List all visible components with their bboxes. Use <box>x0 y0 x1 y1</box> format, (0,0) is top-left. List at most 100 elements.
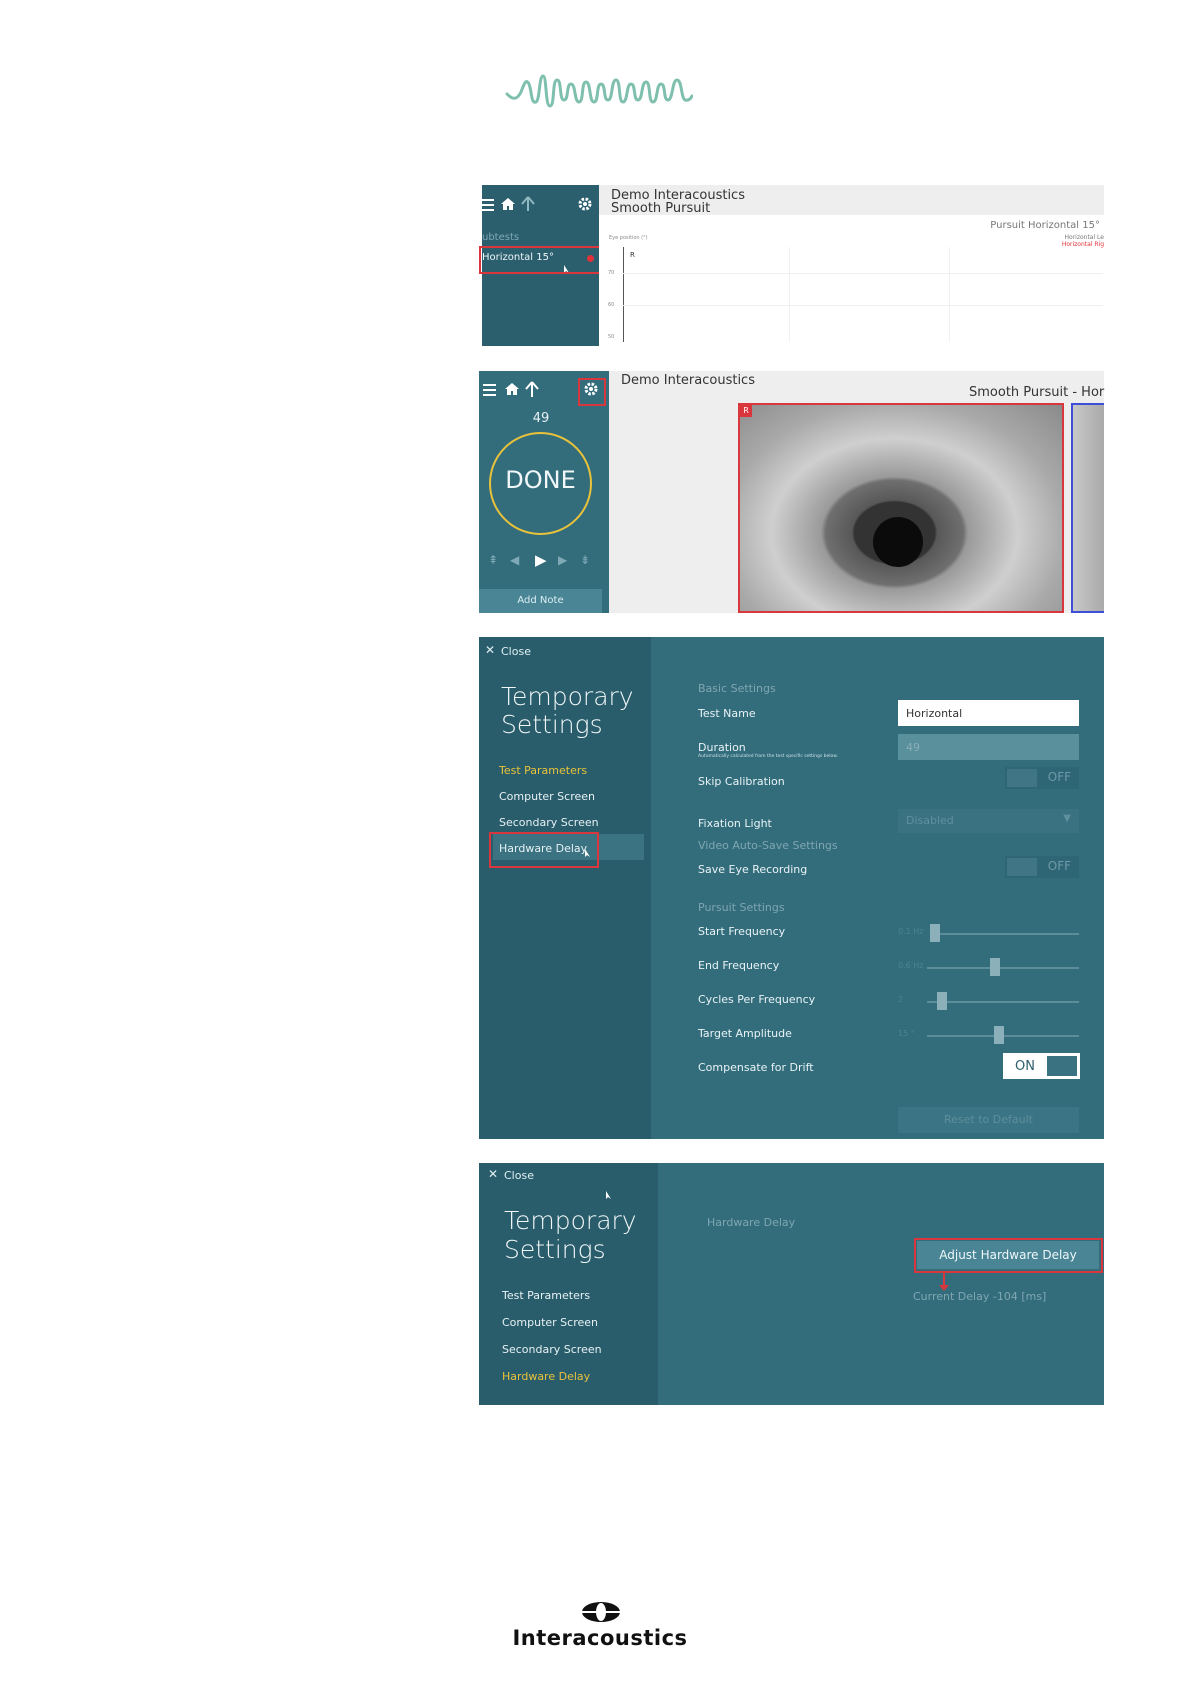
gridline <box>949 247 950 342</box>
highlight-box <box>914 1238 1103 1273</box>
pursuit-settings-header: Pursuit Settings <box>698 901 785 914</box>
gridline <box>623 305 1103 306</box>
cursor-icon <box>585 849 590 857</box>
step-forward-icon[interactable]: ▶ <box>558 553 567 567</box>
test-name-input[interactable]: Horizontal <box>898 700 1079 726</box>
y-axis <box>623 247 624 342</box>
nav-test-parameters[interactable]: Test Parameters <box>499 764 587 777</box>
test-name-label: Test Name <box>698 707 756 720</box>
tick-label: 60 <box>608 302 615 308</box>
status-text: DONE <box>505 466 576 494</box>
duration-field: 49 <box>898 734 1079 760</box>
subtests-label: ubtests <box>482 232 520 243</box>
close-label[interactable]: Close <box>504 1169 534 1182</box>
close-label[interactable]: Close <box>501 645 531 658</box>
panel-subtests-screenshot: ubtests Horizontal 15° Demo Interacousti… <box>479 185 1104 346</box>
wave-logo-icon <box>505 74 693 108</box>
up-arrow-icon[interactable] <box>521 196 535 212</box>
r-marker: R <box>630 251 635 259</box>
skip-start-icon[interactable]: ⇞ <box>488 553 498 567</box>
gear-icon[interactable] <box>577 196 593 212</box>
end-frequency-label: End Frequency <box>698 959 780 972</box>
cycles-slider[interactable] <box>937 992 947 1010</box>
cycles-label: Cycles Per Frequency <box>698 993 816 1006</box>
axis-caption: Eye position (°) <box>609 235 648 241</box>
highlight-box <box>479 246 603 274</box>
nav-computer-screen[interactable]: Computer Screen <box>499 790 595 803</box>
panel-temporary-settings: ✕ Close Temporary Settings Test Paramete… <box>479 637 1104 1139</box>
gridline <box>623 273 1103 274</box>
right-eye-video: R <box>738 403 1064 613</box>
target-amplitude-value: 15 ° <box>898 1029 915 1038</box>
heading-line1: Temporary <box>501 682 634 711</box>
panel-recording-screenshot: 49 DONE ⇞ ◀ ▶ ▶ ⇟ Add Note Demo Interaco… <box>479 371 1104 613</box>
home-icon[interactable] <box>504 382 520 396</box>
chart-area: Demo Interacoustics Smooth Pursuit Pursu… <box>599 185 1104 346</box>
add-note-button[interactable]: Add Note <box>479 589 602 613</box>
chevron-down-icon: ▼ <box>1063 813 1071 824</box>
compensate-toggle[interactable]: ON <box>1003 1053 1080 1079</box>
left-eye-video <box>1071 403 1104 613</box>
end-frequency-value: 0.6 Hz <box>898 961 924 970</box>
step-back-icon[interactable]: ◀ <box>510 553 519 567</box>
heading-line2: Settings <box>501 710 603 739</box>
recording-sidebar: 49 DONE ⇞ ◀ ▶ ▶ ⇟ Add Note <box>479 371 609 613</box>
cursor-icon <box>606 1191 611 1199</box>
save-eye-recording-label: Save Eye Recording <box>698 863 808 876</box>
skip-calibration-toggle[interactable]: OFF <box>1005 767 1079 789</box>
settings-sidebar: ✕ Close Temporary Settings Test Paramete… <box>479 1163 658 1405</box>
menu-icon[interactable] <box>482 199 494 211</box>
close-icon[interactable]: ✕ <box>488 1167 498 1181</box>
menu-icon[interactable] <box>483 384 496 397</box>
highlight-box <box>489 832 599 868</box>
cycles-value: 2 <box>898 995 904 1004</box>
fixation-light-select[interactable]: Disabled ▼ <box>898 809 1079 833</box>
compensate-label: Compensate for Drift <box>698 1061 814 1074</box>
nav-secondary-screen[interactable]: Secondary Screen <box>502 1343 602 1356</box>
toggle-knob <box>1047 1056 1077 1076</box>
end-frequency-track <box>927 967 1079 969</box>
start-frequency-track <box>930 933 1079 935</box>
video-settings-header: Video Auto-Save Settings <box>698 839 838 852</box>
pupil <box>873 517 923 567</box>
target-amplitude-slider[interactable] <box>994 1026 1004 1044</box>
target-amplitude-label: Target Amplitude <box>698 1027 792 1040</box>
fixation-light-label: Fixation Light <box>698 817 772 830</box>
select-value: Disabled <box>906 814 954 827</box>
start-frequency-label: Start Frequency <box>698 925 786 938</box>
video-subtitle: Smooth Pursuit - Hor <box>969 385 1105 400</box>
panel-hardware-delay: ✕ Close Temporary Settings Test Paramete… <box>479 1163 1104 1405</box>
start-frequency-slider[interactable] <box>930 924 940 942</box>
up-arrow-icon[interactable] <box>525 381 539 398</box>
heading-line1: Temporary <box>504 1206 637 1235</box>
heading-line2: Settings <box>504 1235 606 1264</box>
cycles-track <box>927 1001 1079 1003</box>
toggle-state: OFF <box>1047 859 1071 873</box>
close-icon[interactable]: ✕ <box>485 643 495 657</box>
start-frequency-value: 0.1 Hz <box>898 927 924 936</box>
nav-secondary-screen[interactable]: Secondary Screen <box>499 816 599 829</box>
chart-title: Pursuit Horizontal 15° <box>990 220 1100 231</box>
toggle-state: OFF <box>1047 770 1071 784</box>
progress-count: 49 <box>532 411 550 426</box>
settings-sidebar: ✕ Close Temporary Settings Test Paramete… <box>479 637 651 1139</box>
highlight-box <box>578 378 606 406</box>
nav-computer-screen[interactable]: Computer Screen <box>502 1316 598 1329</box>
reset-to-default-button[interactable]: Reset to Default <box>898 1107 1079 1133</box>
brand-name: Interacoustics <box>512 1626 688 1650</box>
tick-label: 70 <box>608 270 615 276</box>
skip-end-icon[interactable]: ⇟ <box>580 553 590 567</box>
toggle-state: ON <box>1015 1059 1035 1074</box>
save-eye-recording-toggle[interactable]: OFF <box>1005 856 1079 878</box>
eye-marker: R <box>740 405 752 417</box>
nav-test-parameters[interactable]: Test Parameters <box>502 1289 590 1302</box>
home-icon[interactable] <box>500 197 516 211</box>
toggle-knob <box>1007 858 1037 876</box>
end-frequency-slider[interactable] <box>990 958 1000 976</box>
gridline <box>789 247 790 342</box>
play-icon[interactable]: ▶ <box>535 551 547 569</box>
basic-settings-header: Basic Settings <box>698 682 776 695</box>
current-delay-text: Current Delay -104 [ms] <box>913 1290 1047 1303</box>
legend-right: Horizontal Rig <box>1061 241 1104 248</box>
nav-hardware-delay[interactable]: Hardware Delay <box>502 1370 590 1383</box>
